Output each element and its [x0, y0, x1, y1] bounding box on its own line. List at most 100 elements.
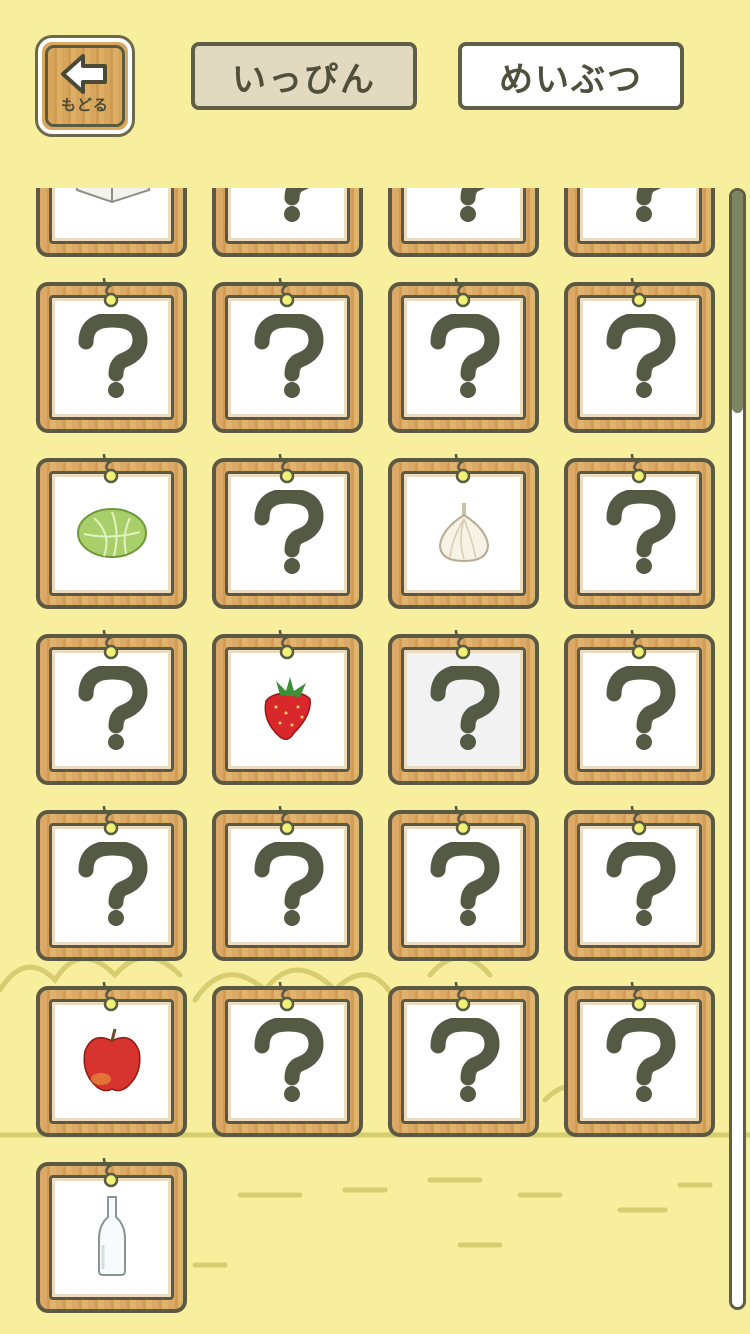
box-icon: [67, 188, 157, 214]
card-face: [49, 999, 174, 1124]
item-card-locked[interactable]: [564, 453, 715, 609]
item-card-bottle[interactable]: [36, 1157, 187, 1313]
hook-icon: [454, 981, 470, 1012]
item-card-locked[interactable]: [36, 805, 187, 961]
card-face: [225, 188, 350, 244]
item-card-locked[interactable]: [36, 629, 187, 785]
back-button-label: もどる: [61, 95, 109, 114]
question-icon: [74, 839, 150, 930]
hook-icon: [102, 453, 118, 484]
card-face: [401, 295, 526, 420]
card-face: [401, 188, 526, 244]
card-face: [49, 647, 174, 772]
hook-icon: [278, 981, 294, 1012]
question-icon: [250, 311, 326, 402]
item-card-box[interactable]: [36, 188, 187, 257]
bottle-icon: [95, 1195, 129, 1281]
card-face: [225, 999, 350, 1124]
card-face: [49, 295, 174, 420]
item-card-locked[interactable]: [388, 277, 539, 433]
hook-icon: [102, 981, 118, 1012]
item-card-locked[interactable]: [388, 981, 539, 1137]
item-grid[interactable]: [0, 188, 725, 1334]
tab-specialties[interactable]: めいぶつ: [458, 42, 684, 110]
hook-icon: [630, 453, 646, 484]
card-face: [49, 1175, 174, 1300]
hook-icon: [630, 981, 646, 1012]
hook-icon: [278, 805, 294, 836]
card-face: [401, 471, 526, 596]
item-card-locked[interactable]: [564, 188, 715, 257]
card-face: [225, 295, 350, 420]
question-icon: [602, 311, 678, 402]
scrollbar-thumb[interactable]: [732, 191, 743, 413]
hook-icon: [454, 453, 470, 484]
item-card-locked[interactable]: [388, 629, 539, 785]
item-card-locked[interactable]: [212, 277, 363, 433]
card-face: [401, 999, 526, 1124]
question-icon: [250, 487, 326, 578]
question-icon: [426, 1015, 502, 1106]
hook-icon: [102, 277, 118, 308]
card-face: [225, 647, 350, 772]
card-face: [577, 999, 702, 1124]
hook-icon: [454, 629, 470, 660]
question-icon: [602, 188, 678, 226]
item-card-locked[interactable]: [212, 805, 363, 961]
hook-icon: [630, 805, 646, 836]
hook-icon: [454, 277, 470, 308]
card-face: [577, 823, 702, 948]
question-icon: [602, 1015, 678, 1106]
card-face: [49, 188, 174, 244]
question-icon: [426, 311, 502, 402]
garlic-icon: [434, 499, 494, 569]
hook-icon: [102, 805, 118, 836]
question-icon: [426, 188, 502, 226]
item-card-locked[interactable]: [388, 188, 539, 257]
question-icon: [74, 311, 150, 402]
card-face: [577, 647, 702, 772]
question-icon: [602, 487, 678, 578]
scrollbar[interactable]: [729, 188, 746, 1310]
hook-icon: [630, 629, 646, 660]
item-card-garlic[interactable]: [388, 453, 539, 609]
question-icon: [426, 663, 502, 754]
hook-icon: [278, 277, 294, 308]
apple-icon: [79, 1025, 145, 1099]
back-arrow-icon: [61, 53, 107, 94]
item-card-apple[interactable]: [36, 981, 187, 1137]
hook-icon: [630, 277, 646, 308]
item-card-cabbage[interactable]: [36, 453, 187, 609]
hook-icon: [102, 1157, 118, 1188]
card-face: [225, 471, 350, 596]
item-card-locked[interactable]: [212, 453, 363, 609]
card-face: [49, 471, 174, 596]
tab-items[interactable]: いっぴん: [191, 42, 417, 110]
item-card-locked[interactable]: [564, 981, 715, 1137]
card-face: [577, 295, 702, 420]
card-face: [49, 823, 174, 948]
hook-icon: [278, 453, 294, 484]
question-icon: [426, 839, 502, 930]
hook-icon: [102, 629, 118, 660]
item-card-locked[interactable]: [564, 629, 715, 785]
item-card-locked[interactable]: [212, 981, 363, 1137]
card-face: [401, 647, 526, 772]
hook-icon: [278, 629, 294, 660]
item-card-strawberry[interactable]: [212, 629, 363, 785]
question-icon: [250, 839, 326, 930]
item-card-locked[interactable]: [36, 277, 187, 433]
card-face: [577, 471, 702, 596]
cabbage-icon: [74, 504, 150, 564]
question-icon: [250, 1015, 326, 1106]
hook-icon: [454, 805, 470, 836]
item-card-locked[interactable]: [564, 277, 715, 433]
question-icon: [74, 663, 150, 754]
back-button[interactable]: もどる: [38, 38, 132, 134]
item-card-locked[interactable]: [564, 805, 715, 961]
item-card-locked[interactable]: [388, 805, 539, 961]
card-face: [401, 823, 526, 948]
question-icon: [602, 839, 678, 930]
question-icon: [602, 663, 678, 754]
item-card-locked[interactable]: [212, 188, 363, 257]
